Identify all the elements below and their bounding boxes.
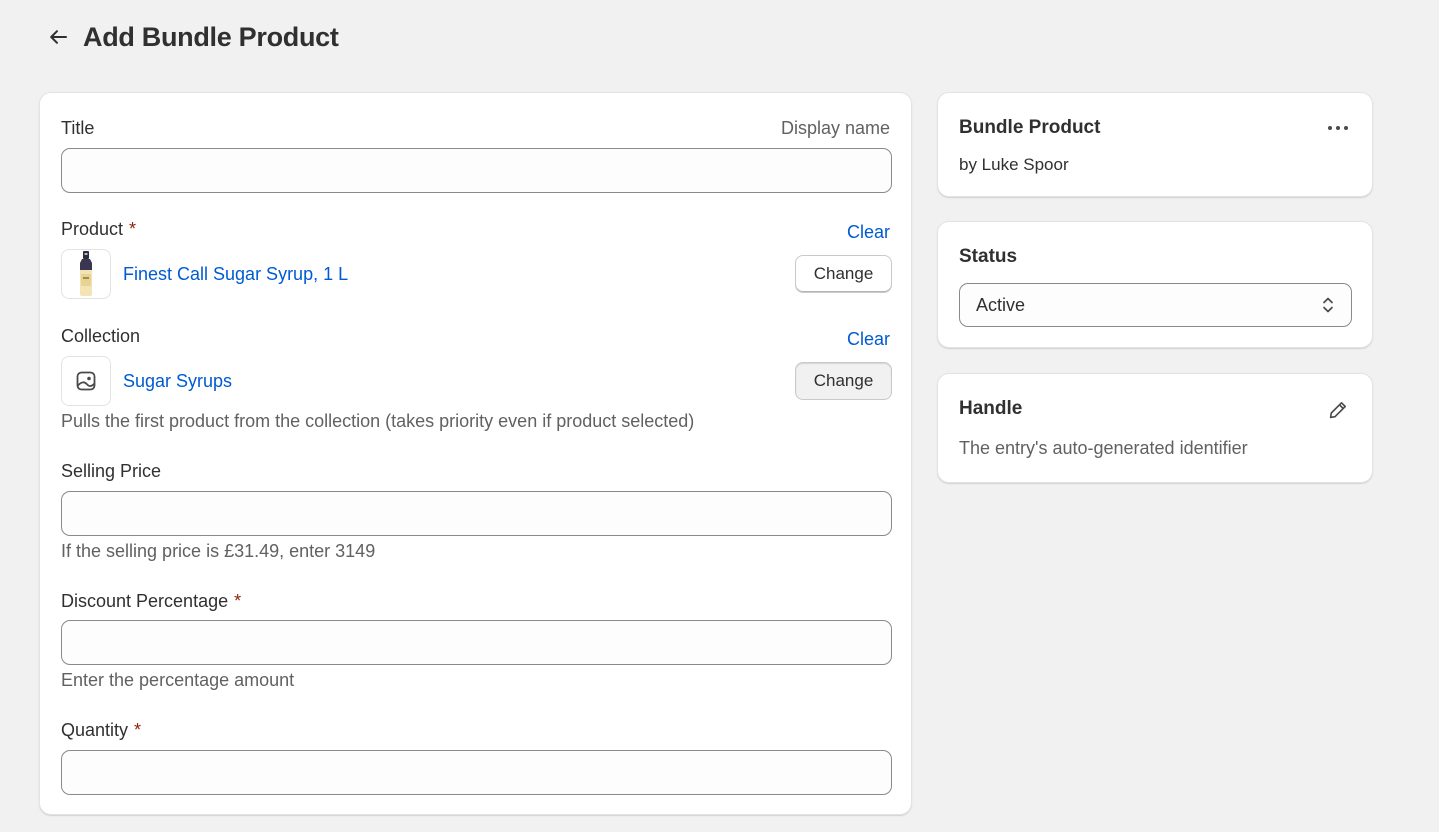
collection-change-button[interactable]: Change	[795, 362, 892, 400]
image-placeholder-icon	[76, 371, 96, 391]
required-marker: *	[234, 591, 242, 611]
title-input[interactable]	[61, 148, 892, 193]
handle-card-title: Handle	[959, 398, 1023, 419]
ellipsis-icon	[1328, 126, 1348, 130]
product-thumbnail	[61, 249, 111, 299]
more-actions-button[interactable]	[1322, 114, 1354, 142]
selling-price-help-text: If the selling price is £31.49, enter 31…	[61, 541, 376, 561]
product-clear-link[interactable]: Clear	[847, 222, 890, 243]
product-label: Product *	[61, 219, 136, 240]
required-marker: *	[129, 219, 137, 239]
syrup-bottle-image	[80, 251, 92, 296]
status-select-value: Active	[976, 294, 1026, 315]
discount-label: Discount Percentage *	[61, 591, 241, 612]
collection-label: Collection	[61, 326, 141, 346]
page: Add Bundle Product Title Display name Pr…	[0, 0, 1439, 832]
handle-card: Handle The entry's auto-generated identi…	[937, 373, 1373, 483]
title-label: Title	[61, 118, 95, 138]
title-hint: Display name	[780, 118, 890, 138]
bundle-card-title: Bundle Product	[959, 117, 1101, 138]
discount-input[interactable]	[61, 620, 892, 665]
edit-handle-button[interactable]	[1324, 396, 1352, 424]
handle-description: The entry's auto-generated identifier	[959, 438, 1248, 458]
status-card-title: Status	[959, 246, 1018, 267]
discount-help-text: Enter the percentage amount	[61, 670, 295, 690]
quantity-label-text: Quantity	[61, 720, 129, 740]
status-card: Status Active	[937, 221, 1373, 348]
product-change-button[interactable]: Change	[795, 255, 892, 293]
select-chevrons-icon	[1323, 297, 1333, 313]
quantity-input[interactable]	[61, 750, 892, 795]
pencil-icon	[1329, 402, 1346, 419]
product-label-text: Product	[61, 219, 124, 239]
page-title: Add Bundle Product	[83, 21, 339, 52]
collection-clear-link[interactable]: Clear	[847, 329, 890, 350]
product-link[interactable]: Finest Call Sugar Syrup, 1 L	[123, 264, 348, 285]
bundle-info-card: Bundle Product by Luke Spoor	[937, 92, 1373, 197]
required-marker: *	[134, 720, 142, 740]
back-button[interactable]	[44, 23, 72, 51]
bundle-form-card: Title Display name Product * Clear Finest…	[39, 92, 912, 815]
arrow-left-icon	[50, 30, 67, 44]
discount-label-text: Discount Percentage	[61, 591, 229, 611]
status-select[interactable]: Active	[959, 283, 1352, 327]
collection-thumbnail	[61, 356, 111, 406]
quantity-label: Quantity *	[61, 720, 141, 741]
page-header: Add Bundle Product	[44, 18, 339, 56]
bundle-author: by Luke Spoor	[959, 155, 1069, 174]
collection-link[interactable]: Sugar Syrups	[123, 371, 232, 392]
selling-price-input[interactable]	[61, 491, 892, 536]
selling-price-label: Selling Price	[61, 461, 162, 481]
collection-help-text: Pulls the first product from the collect…	[61, 411, 695, 431]
